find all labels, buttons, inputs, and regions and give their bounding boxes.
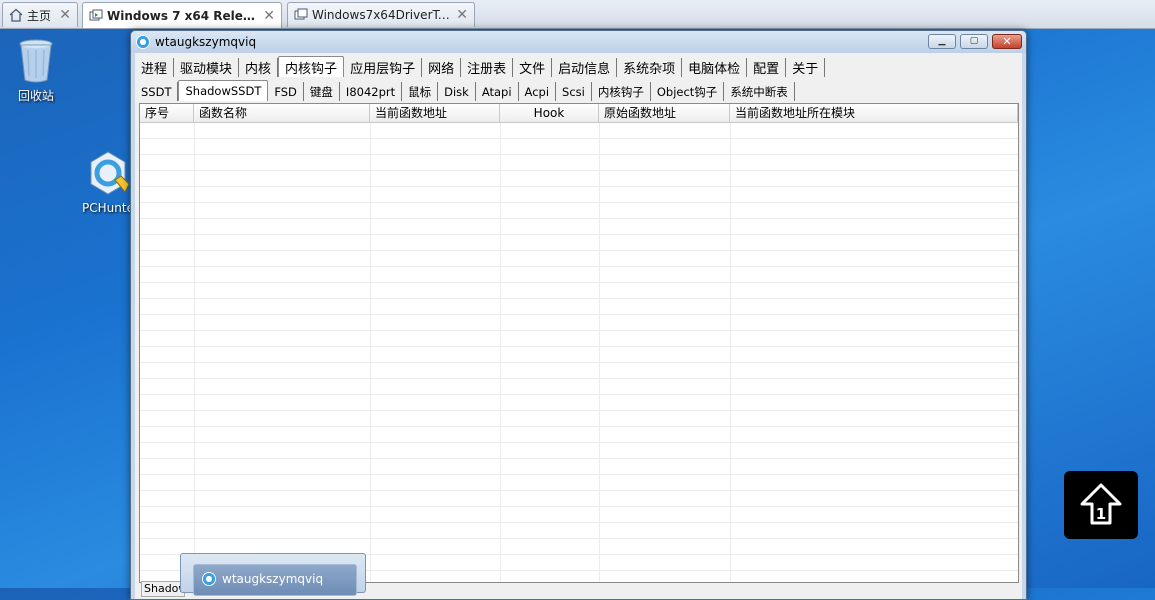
home-icon	[9, 8, 23, 22]
vm-tab-label: 主页	[27, 8, 52, 23]
sub-tab-4[interactable]: I8042prt	[340, 82, 403, 101]
column-divider	[500, 123, 501, 582]
sub-tab-0[interactable]: SSDT	[135, 82, 179, 101]
column-divider	[730, 123, 731, 582]
column-header-module[interactable]: 当前函数地址所在模块	[730, 104, 1018, 122]
main-tab-8[interactable]: 启动信息	[552, 58, 618, 77]
vm-tab-bar: 主页 ✕ Windows 7 x64 ReleaseCo... ✕ Window…	[0, 0, 1155, 29]
column-divider	[370, 123, 371, 582]
minimize-button[interactable]: ▁	[928, 34, 956, 49]
column-divider	[194, 123, 195, 582]
column-header-index[interactable]: 序号	[140, 104, 194, 122]
vm-icon	[89, 9, 103, 23]
main-tab-2[interactable]: 内核	[239, 58, 279, 77]
floating-upload-button[interactable]: 1	[1064, 471, 1138, 539]
app-icon	[202, 572, 216, 586]
vm-tab-release[interactable]: Windows 7 x64 ReleaseCo... ✕	[82, 2, 282, 28]
sub-tab-11[interactable]: Object钩子	[651, 82, 725, 101]
app-icon	[136, 35, 150, 49]
window-title: wtaugkszymqviq	[155, 35, 257, 49]
close-icon[interactable]: ✕	[456, 7, 468, 23]
sub-tab-8[interactable]: Acpi	[519, 82, 557, 101]
title-bar[interactable]: wtaugkszymqviq ▁ ▢ ✕	[131, 31, 1026, 53]
window-content: 进程 驱动模块 内核 内核钩子 应用层钩子 网络 注册表 文件 启动信息 系统杂项 电脑体检 配置 关于…	[135, 53, 1022, 599]
column-header-hook[interactable]: Hook	[500, 104, 599, 122]
status-bar-text: Shadow	[141, 581, 185, 597]
main-tab-10[interactable]: 电脑体检	[682, 58, 748, 77]
column-header-function-name[interactable]: 函数名称	[194, 104, 370, 122]
maximize-button[interactable]: ▢	[960, 34, 988, 49]
upload-arrow-icon: 1	[1080, 483, 1122, 525]
sub-tab-3[interactable]: 键盘	[304, 82, 340, 101]
column-header-original-address[interactable]: 原始函数地址	[599, 104, 730, 122]
sub-tab-row: SSDT ShadowSSDT FSD 键盘 I8042prt 鼠标 Disk Atapi Ac…	[135, 79, 795, 101]
sub-tab-10[interactable]: 内核钩子	[592, 82, 651, 101]
main-tab-6[interactable]: 注册表	[461, 58, 514, 77]
sub-tab-1[interactable]: ShadowSSDT	[178, 80, 269, 101]
recycle-bin-icon	[19, 39, 53, 83]
sub-tab-2[interactable]: FSD	[268, 82, 304, 101]
taskbar-thumbnail-label: wtaugkszymqviq	[222, 572, 324, 586]
sub-tab-5[interactable]: 鼠标	[402, 82, 439, 101]
taskbar-thumbnail[interactable]: wtaugkszymqviq	[180, 553, 366, 596]
taskbar-thumbnail-title[interactable]: wtaugkszymqviq	[193, 564, 357, 596]
close-icon[interactable]: ✕	[263, 8, 275, 24]
close-icon[interactable]: ✕	[59, 7, 71, 23]
main-tab-9[interactable]: 系统杂项	[617, 58, 683, 77]
vm-icon	[294, 8, 308, 22]
main-tab-5[interactable]: 网络	[422, 58, 462, 77]
vm-tab-driver-test[interactable]: Windows7x64DriverTest ✕	[287, 2, 475, 27]
table-header: 序号 函数名称 当前函数地址 Hook 原始函数地址 当前函数地址所在模块	[140, 104, 1018, 123]
main-tab-1[interactable]: 驱动模块	[174, 58, 240, 77]
recycle-bin-label: 回收站	[17, 89, 54, 103]
sub-tab-9[interactable]: Scsi	[556, 82, 592, 101]
pchunter-label: PCHunte	[82, 201, 134, 215]
vm-tab-label: Windows 7 x64 ReleaseCo...	[107, 8, 258, 23]
shadowssdt-table[interactable]: 序号 函数名称 当前函数地址 Hook 原始函数地址 当前函数地址所在模块	[139, 103, 1019, 583]
table-body	[140, 123, 1018, 582]
main-tab-3[interactable]: 内核钩子	[278, 56, 345, 77]
svg-text:1: 1	[1096, 505, 1106, 523]
column-divider	[599, 123, 600, 582]
main-tab-row: 进程 驱动模块 内核 内核钩子 应用层钩子 网络 注册表 文件 启动信息 系统杂项 电脑体检 配置 关于	[135, 55, 826, 77]
main-tab-12[interactable]: 关于	[786, 58, 826, 77]
recycle-bin[interactable]: 回收站	[12, 36, 60, 104]
close-button[interactable]: ✕	[992, 34, 1022, 49]
main-tab-4[interactable]: 应用层钩子	[344, 58, 423, 77]
sub-tab-12[interactable]: 系统中断表	[724, 82, 795, 101]
vm-tab-label: Windows7x64DriverTest	[312, 8, 451, 22]
main-tab-7[interactable]: 文件	[513, 58, 553, 77]
pchunter-icon	[90, 151, 130, 195]
vm-tab-home[interactable]: 主页 ✕	[2, 2, 78, 27]
main-tab-0[interactable]: 进程	[135, 58, 175, 77]
column-header-current-address[interactable]: 当前函数地址	[370, 104, 500, 122]
main-tab-11[interactable]: 配置	[747, 58, 787, 77]
pchunter-window: wtaugkszymqviq ▁ ▢ ✕ 进程 驱动模块 内核 内核钩子 应用层钩子 网络…	[130, 30, 1027, 600]
pchunter-shortcut[interactable]: PCHunte	[78, 150, 138, 215]
sub-tab-6[interactable]: Disk	[438, 82, 476, 101]
sub-tab-7[interactable]: Atapi	[476, 82, 519, 101]
